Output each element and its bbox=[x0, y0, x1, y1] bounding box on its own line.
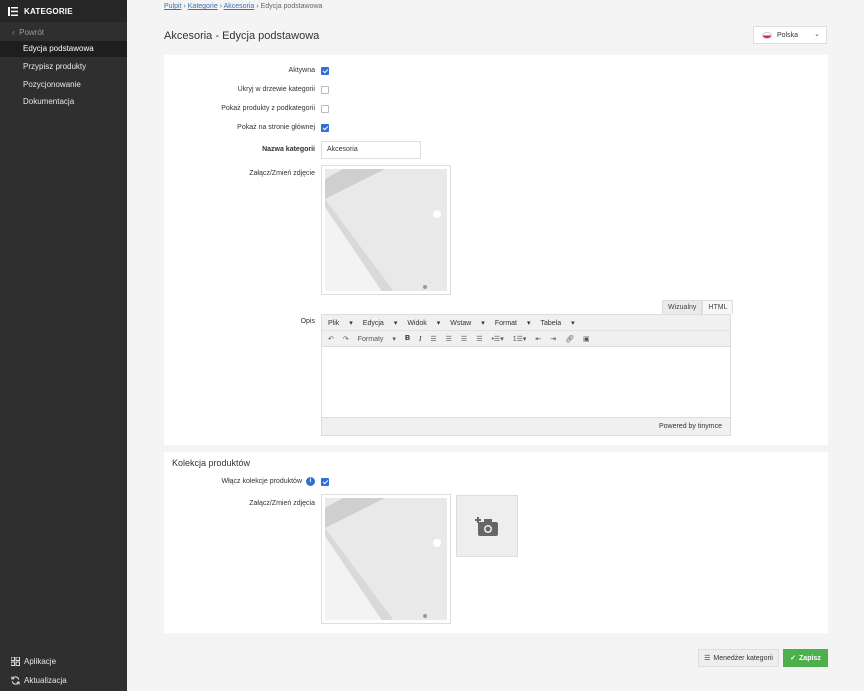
numbered-list-icon[interactable]: 1☰▾ bbox=[513, 335, 527, 343]
sidebar-item-edycja[interactable]: Edycja podstawowa bbox=[0, 41, 127, 57]
updates-link[interactable]: Aktualizacja bbox=[11, 676, 67, 685]
list-icon: ☰ bbox=[704, 655, 711, 662]
bold-icon[interactable]: B bbox=[405, 335, 410, 342]
sidebar-title: KATEGORIE bbox=[24, 6, 73, 16]
collection-enable-checkbox[interactable] bbox=[321, 478, 329, 486]
undo-icon[interactable]: ↶ bbox=[328, 335, 334, 343]
sidebar-item-pozycjonowanie[interactable]: Pozycjonowanie bbox=[0, 77, 127, 93]
breadcrumb-current: Edycja podstawowa bbox=[260, 3, 323, 10]
updates-label: Aktualizacja bbox=[24, 676, 67, 685]
apps-label: Aplikacje bbox=[24, 657, 57, 666]
menu-edycja[interactable]: Edycja ▾ bbox=[363, 319, 398, 327]
active-checkbox[interactable] bbox=[321, 67, 329, 75]
menu-label: Plik bbox=[328, 319, 340, 327]
breadcrumb-pulpit[interactable]: Pulpit bbox=[164, 3, 182, 10]
active-label: Aktywna bbox=[288, 67, 315, 74]
menu-label: Tabela bbox=[540, 319, 562, 327]
category-image[interactable] bbox=[321, 165, 451, 295]
collection-images-label: Załącz/Zmień zdjęcia bbox=[249, 500, 315, 507]
align-justify-icon[interactable]: ☰ bbox=[476, 335, 482, 343]
bullet-list-icon[interactable]: •☰▾ bbox=[491, 335, 503, 343]
name-label: Nazwa kategorii bbox=[262, 146, 315, 153]
info-icon[interactable]: i bbox=[306, 477, 315, 486]
show-home-checkbox[interactable] bbox=[321, 124, 329, 132]
breadcrumb-sep: › bbox=[219, 3, 223, 10]
show-sub-label: Pokaż produkty z podkategorii bbox=[221, 105, 315, 112]
editor-toolbar: ↶ ↷ Formaty ▾ B I ☰ ☰ ☰ ☰ •☰▾ 1☰▾ ⇤ ⇥ 🔗︎ … bbox=[322, 331, 730, 347]
sidebar: KATEGORIE ‹ Powrót Edycja podstawowa Prz… bbox=[0, 0, 127, 691]
align-right-icon[interactable]: ☰ bbox=[461, 335, 467, 343]
menu-plik[interactable]: Plik ▾ bbox=[328, 319, 353, 327]
breadcrumb: Pulpit › Kategorie › Akcesoria › Edycja … bbox=[164, 3, 322, 10]
back-label: Powrót bbox=[19, 28, 45, 37]
poland-flag-icon bbox=[762, 31, 772, 39]
menu-label: Edycja bbox=[362, 319, 384, 327]
image-icon[interactable]: ▣ bbox=[583, 335, 590, 343]
save-label: Zapisz bbox=[799, 654, 821, 662]
breadcrumb-kategorie[interactable]: Kategorie bbox=[188, 3, 218, 10]
chevron-down-icon: ⌄ bbox=[814, 31, 820, 38]
align-left-icon[interactable]: ☰ bbox=[430, 335, 436, 343]
formats-dropdown[interactable]: Formaty ▾ bbox=[358, 335, 396, 343]
menu-label: Wstaw bbox=[450, 319, 472, 327]
editor-statusbar: Powered by tinymce bbox=[322, 417, 730, 435]
language-label: Polska bbox=[777, 31, 799, 39]
breadcrumb-sep: › bbox=[256, 3, 259, 10]
italic-icon[interactable]: I bbox=[419, 335, 421, 343]
category-manager-button[interactable]: ☰ Menedżer kategorii bbox=[698, 649, 779, 667]
show-sub-checkbox[interactable] bbox=[321, 105, 329, 113]
category-name-input[interactable]: Akcesoria bbox=[321, 141, 421, 159]
outdent-icon[interactable]: ⇤ bbox=[535, 335, 541, 343]
description-editor[interactable]: Plik ▾ Edycja ▾ Widok ▾ Wstaw ▾ Format ▾ Tabe… bbox=[321, 314, 731, 436]
editor-menubar: Plik ▾ Edycja ▾ Widok ▾ Wstaw ▾ Format ▾ Tabe… bbox=[322, 315, 730, 331]
category-photo bbox=[325, 169, 447, 291]
save-button[interactable]: ✓ Zapisz bbox=[783, 649, 828, 667]
menu-format[interactable]: Format ▾ bbox=[495, 319, 531, 327]
indent-icon[interactable]: ⇥ bbox=[550, 335, 556, 343]
menu-widok[interactable]: Widok ▾ bbox=[407, 319, 440, 327]
photo-placeholder bbox=[325, 498, 447, 620]
category-manager-label: Menedżer kategorii bbox=[713, 654, 773, 662]
page-title: Akcesoria - Edycja podstawowa bbox=[164, 30, 320, 42]
hide-label: Ukryj w drzewie kategorii bbox=[237, 86, 315, 93]
tab-html[interactable]: HTML bbox=[702, 300, 734, 314]
sidebar-item-przypisz[interactable]: Przypisz produkty bbox=[0, 59, 127, 75]
link-icon[interactable]: 🔗︎ bbox=[565, 335, 574, 343]
powered-by: Powered by tinymce bbox=[658, 423, 722, 430]
hide-checkbox[interactable] bbox=[321, 86, 329, 94]
formats-label: Formaty bbox=[357, 335, 384, 343]
collection-image[interactable] bbox=[321, 494, 451, 624]
refresh-icon bbox=[11, 676, 20, 685]
editor-tabs: Wizualny HTML bbox=[662, 300, 734, 314]
sidebar-item-dokumentacja[interactable]: Dokumentacja bbox=[0, 94, 127, 110]
add-photo-button[interactable] bbox=[456, 495, 518, 557]
sidebar-header: KATEGORIE bbox=[0, 0, 127, 22]
apps-link[interactable]: Aplikacje bbox=[11, 657, 56, 666]
collection-title: Kolekcja produktów bbox=[172, 458, 251, 468]
photo-placeholder bbox=[325, 169, 447, 291]
breadcrumb-sep: › bbox=[183, 3, 186, 10]
menu-label: Widok bbox=[407, 319, 427, 327]
camera-plus-icon bbox=[475, 517, 498, 536]
menu-label: Format bbox=[494, 319, 517, 327]
align-center-icon[interactable]: ☰ bbox=[446, 335, 452, 343]
check-icon: ✓ bbox=[790, 655, 797, 662]
collection-enable-label: Włącz kolekcje produktów bbox=[221, 478, 302, 485]
collection-photo bbox=[325, 498, 447, 620]
description-label: Opis bbox=[300, 318, 315, 325]
show-home-label: Pokaż na stronie głównej bbox=[237, 124, 315, 131]
language-select[interactable]: Polska ⌄ bbox=[753, 26, 827, 44]
redo-icon[interactable]: ↷ bbox=[343, 335, 349, 343]
image-label: Załącz/Zmień zdjęcie bbox=[249, 170, 315, 177]
tab-wizualny[interactable]: Wizualny bbox=[662, 300, 703, 314]
menu-tabela[interactable]: Tabela ▾ bbox=[541, 319, 575, 327]
apps-grid-icon bbox=[11, 657, 20, 666]
back-link[interactable]: ‹ Powrót bbox=[12, 28, 44, 37]
breadcrumb-akcesoria[interactable]: Akcesoria bbox=[224, 3, 255, 10]
list-icon bbox=[8, 6, 18, 16]
menu-wstaw[interactable]: Wstaw ▾ bbox=[450, 319, 485, 327]
